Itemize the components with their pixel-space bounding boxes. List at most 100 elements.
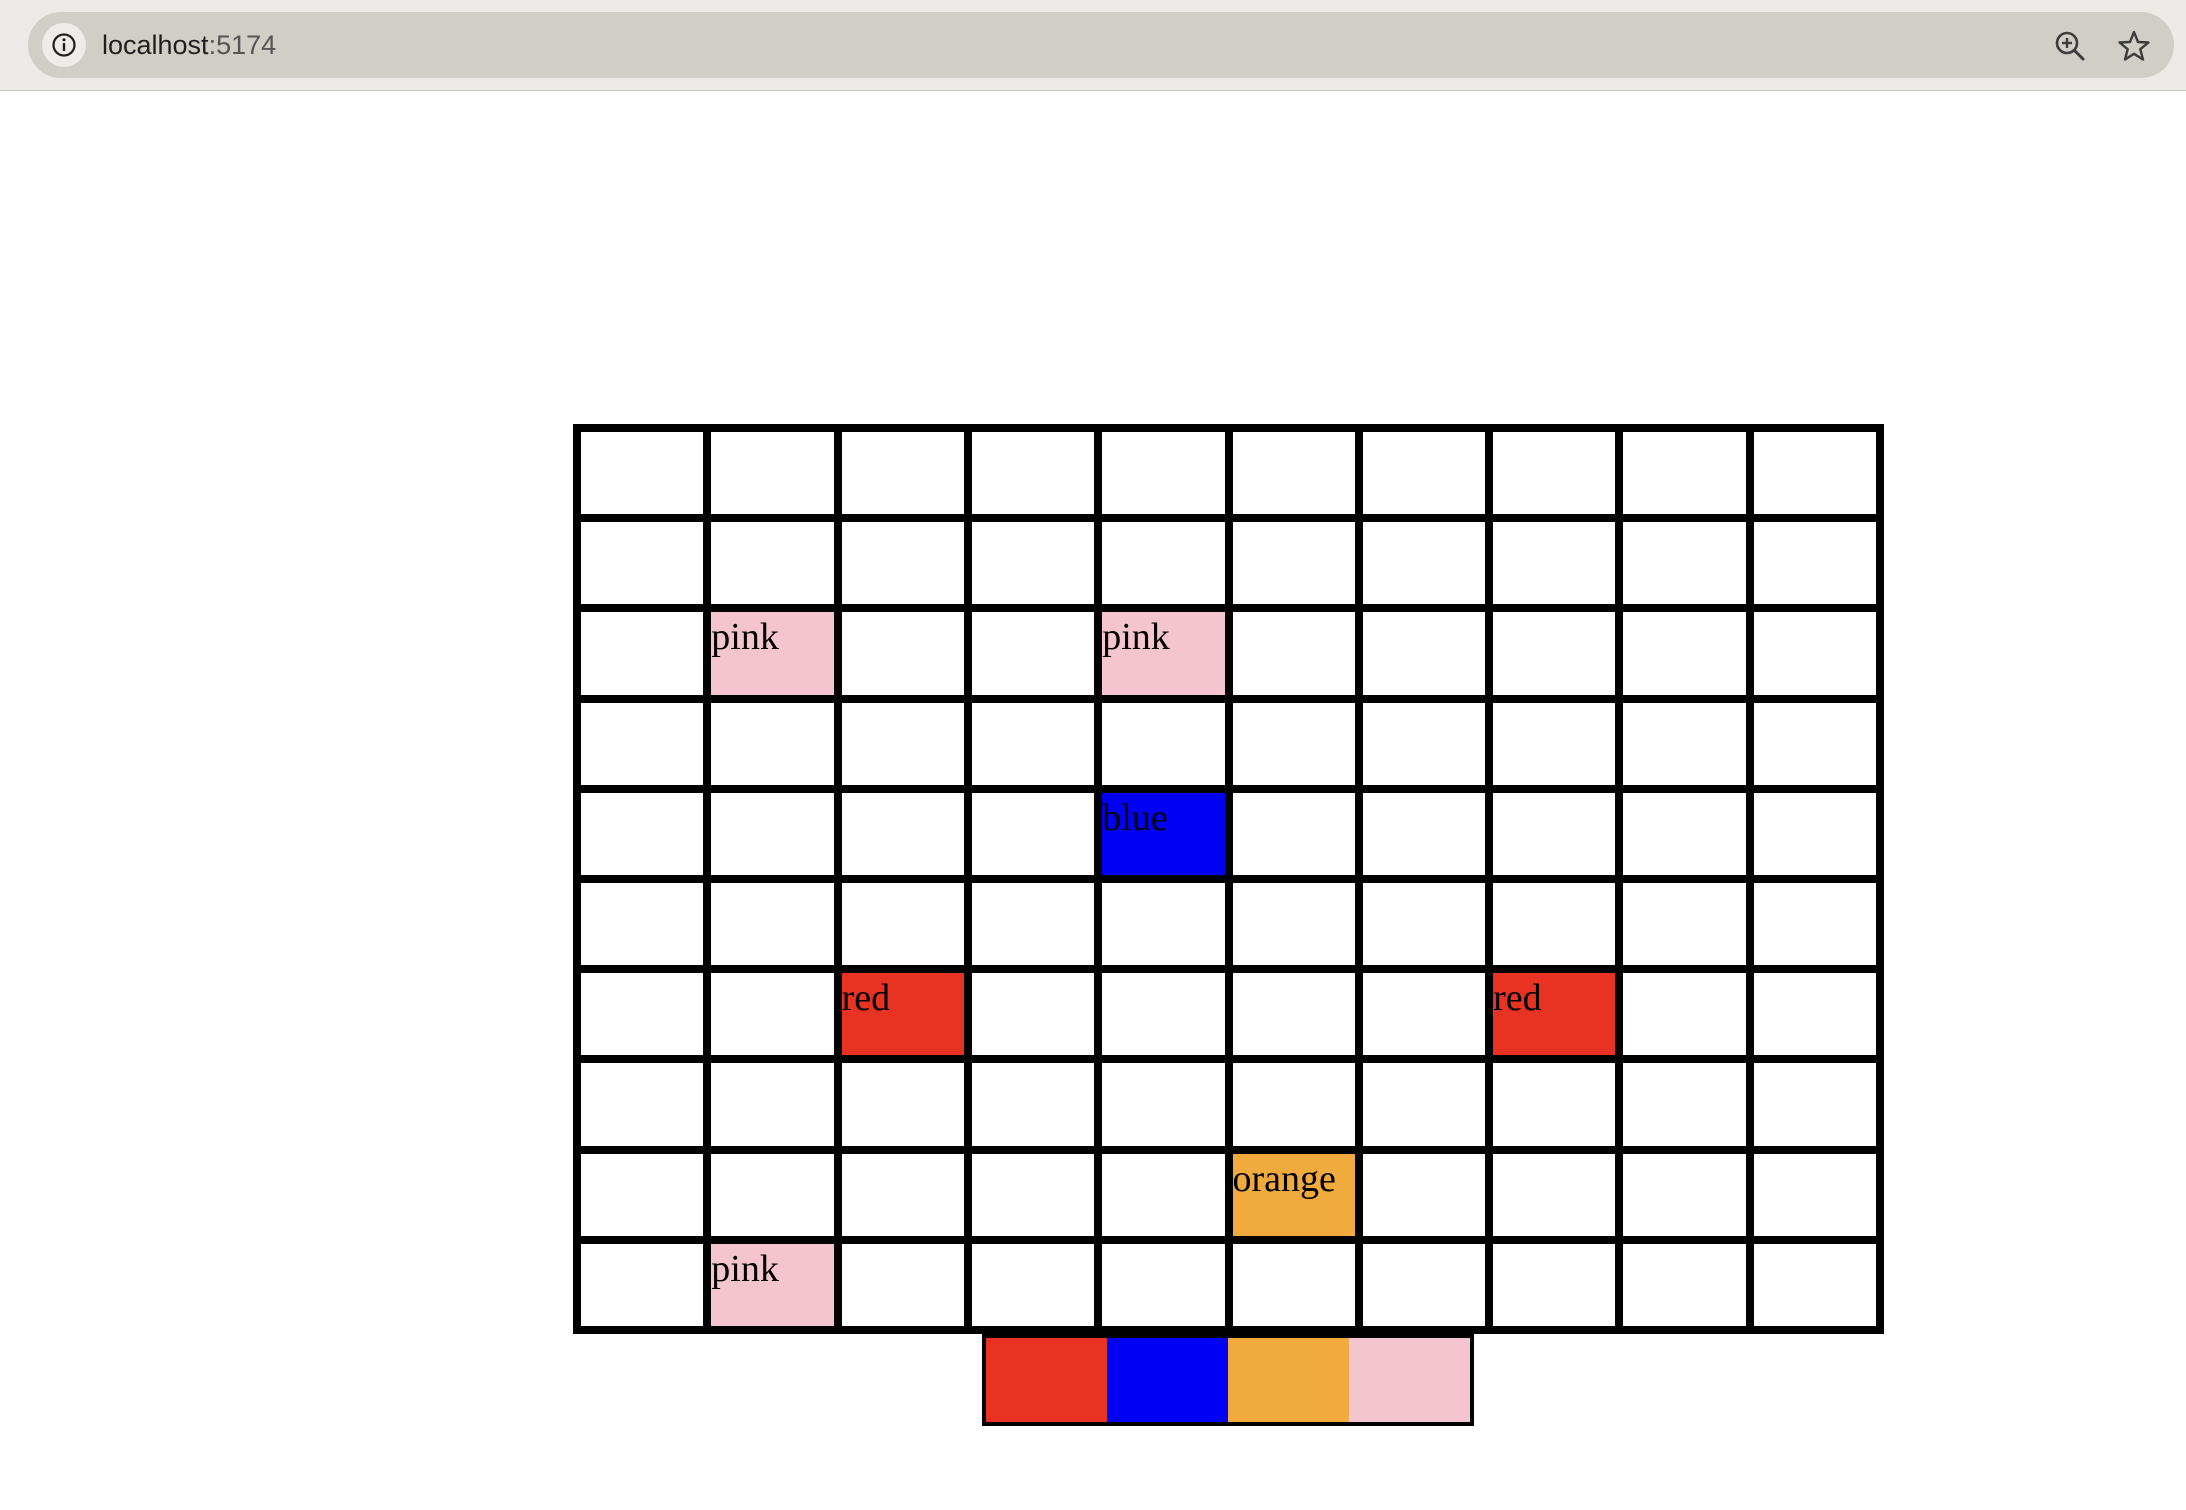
grid-cell[interactable] (1493, 432, 1616, 515)
grid-cell[interactable] (1232, 702, 1355, 785)
swatch-pink[interactable] (1349, 1338, 1470, 1422)
grid-cell[interactable] (1232, 1243, 1355, 1326)
grid-cell[interactable] (1623, 973, 1746, 1056)
grid-cell-orange[interactable]: orange (1232, 1153, 1355, 1236)
grid-cell[interactable] (971, 1153, 1095, 1236)
grid-cell[interactable] (1232, 882, 1355, 966)
grid-cell[interactable] (971, 1063, 1095, 1146)
grid-cell[interactable] (1102, 432, 1225, 515)
grid-cell[interactable] (581, 1063, 704, 1146)
grid-cell[interactable] (841, 792, 964, 875)
grid-cell[interactable] (1623, 702, 1746, 785)
grid-cell[interactable] (1362, 1243, 1486, 1326)
grid-cell[interactable] (711, 702, 834, 785)
grid-cell[interactable] (1753, 612, 1876, 695)
grid-cell[interactable] (1753, 522, 1876, 605)
grid-cell[interactable] (1493, 1243, 1616, 1326)
grid-cell[interactable] (1753, 792, 1876, 875)
grid-cell[interactable] (1362, 973, 1486, 1056)
grid-cell[interactable] (581, 792, 704, 875)
grid-cell[interactable] (581, 432, 704, 515)
grid-cell[interactable] (971, 432, 1095, 515)
grid-cell[interactable] (841, 522, 964, 605)
grid-cell-pink[interactable]: pink (1102, 612, 1225, 695)
grid-cell[interactable] (1493, 882, 1616, 966)
grid-cell[interactable] (1362, 432, 1486, 515)
star-icon[interactable] (2116, 28, 2152, 64)
grid-cell-pink[interactable]: pink (711, 1243, 834, 1326)
grid-cell[interactable] (1493, 1153, 1616, 1236)
grid-cell[interactable] (1102, 1243, 1225, 1326)
grid-cell[interactable] (971, 612, 1095, 695)
grid-cell[interactable] (1623, 432, 1746, 515)
address-bar[interactable]: localhost:5174 (28, 12, 2174, 78)
grid-cell[interactable] (1102, 973, 1225, 1056)
grid-cell[interactable] (581, 522, 704, 605)
grid-cell[interactable] (841, 612, 964, 695)
grid-cell[interactable] (581, 702, 704, 785)
grid-cell[interactable] (1753, 702, 1876, 785)
grid-cell[interactable] (1232, 432, 1355, 515)
grid-cell[interactable] (971, 522, 1095, 605)
grid-cell[interactable] (1493, 1063, 1616, 1146)
url-text[interactable]: localhost:5174 (102, 12, 276, 78)
grid-cell[interactable] (581, 612, 704, 695)
grid-cell[interactable] (971, 973, 1095, 1056)
grid-cell-red[interactable]: red (841, 973, 964, 1056)
grid-cell[interactable] (1362, 792, 1486, 875)
grid-cell[interactable] (711, 1153, 834, 1236)
grid-cell[interactable] (1102, 522, 1225, 605)
grid-cell[interactable] (1362, 522, 1486, 605)
grid-cell[interactable] (711, 882, 834, 966)
grid-cell[interactable] (1362, 1063, 1486, 1146)
grid-cell[interactable] (1493, 522, 1616, 605)
grid-cell[interactable] (1623, 1153, 1746, 1236)
grid-cell[interactable] (1623, 522, 1746, 605)
grid-cell[interactable] (1232, 973, 1355, 1056)
grid-cell[interactable] (711, 973, 834, 1056)
swatch-blue[interactable] (1107, 1338, 1228, 1422)
swatch-red[interactable] (986, 1338, 1107, 1422)
grid-cell[interactable] (1753, 432, 1876, 515)
grid-cell[interactable] (1102, 1063, 1225, 1146)
grid-cell[interactable] (711, 792, 834, 875)
grid-cell[interactable] (1493, 702, 1616, 785)
grid-cell[interactable] (841, 702, 964, 785)
zoom-icon[interactable] (2052, 28, 2088, 64)
grid-cell[interactable] (581, 973, 704, 1056)
grid-cell[interactable] (1623, 1063, 1746, 1146)
grid-cell[interactable] (1232, 522, 1355, 605)
grid-cell[interactable] (1232, 612, 1355, 695)
grid-cell[interactable] (1753, 1063, 1876, 1146)
grid-cell[interactable] (1753, 1153, 1876, 1236)
info-icon[interactable] (42, 23, 86, 67)
grid-cell[interactable] (971, 1243, 1095, 1326)
grid-cell[interactable] (1362, 702, 1486, 785)
grid-cell[interactable] (841, 1243, 964, 1326)
grid-cell[interactable] (1493, 792, 1616, 875)
grid-cell[interactable] (971, 882, 1095, 966)
grid-cell[interactable] (711, 432, 834, 515)
grid-cell[interactable] (1362, 1153, 1486, 1236)
grid-cell[interactable] (1753, 973, 1876, 1056)
grid-cell[interactable] (1232, 792, 1355, 875)
grid-cell[interactable] (1362, 612, 1486, 695)
grid-cell[interactable] (1623, 882, 1746, 966)
grid-cell[interactable] (841, 1153, 964, 1236)
grid-cell-pink[interactable]: pink (711, 612, 834, 695)
grid-cell-red[interactable]: red (1493, 973, 1616, 1056)
grid-cell[interactable] (1753, 1243, 1876, 1326)
grid-cell[interactable] (1102, 1153, 1225, 1236)
grid-cell[interactable] (971, 702, 1095, 785)
grid-cell[interactable] (1623, 1243, 1746, 1326)
grid-cell[interactable] (841, 432, 964, 515)
grid-cell[interactable] (581, 1243, 704, 1326)
swatch-orange[interactable] (1228, 1338, 1349, 1422)
grid-cell[interactable] (1623, 792, 1746, 875)
grid-cell[interactable] (1232, 1063, 1355, 1146)
grid-cell[interactable] (711, 1063, 834, 1146)
grid-cell[interactable] (971, 792, 1095, 875)
grid-cell[interactable] (1623, 612, 1746, 695)
grid-cell[interactable] (1493, 612, 1616, 695)
grid-cell[interactable] (841, 882, 964, 966)
